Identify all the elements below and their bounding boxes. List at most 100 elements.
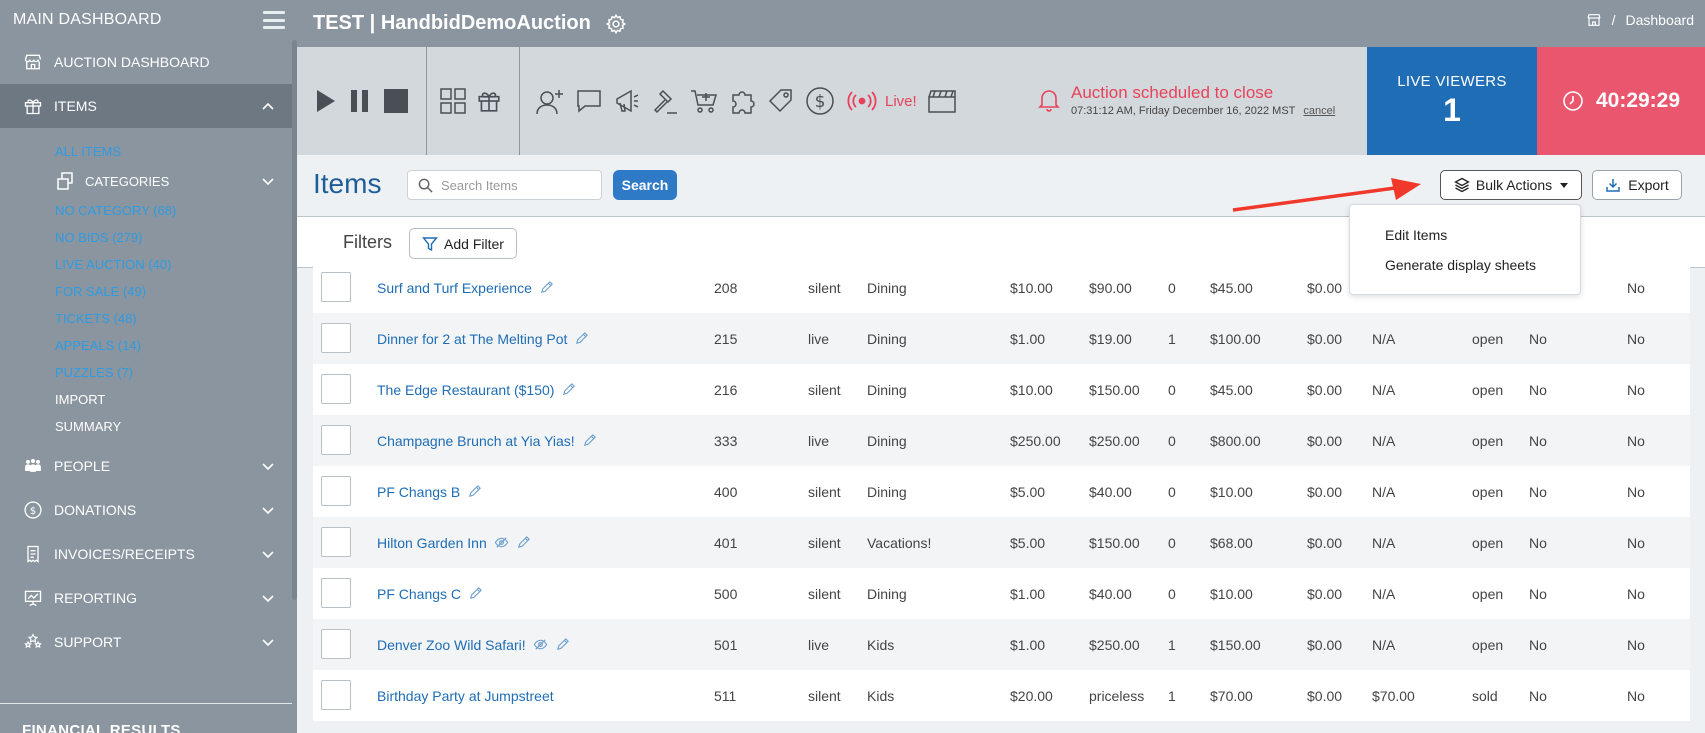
chevron-down-icon[interactable]	[261, 547, 275, 561]
bulk-actions-button[interactable]: Bulk Actions	[1440, 170, 1582, 200]
edit-pencil-icon[interactable]	[561, 382, 576, 397]
item-name-link[interactable]: Hilton Garden Inn	[377, 535, 487, 551]
gift-icon[interactable]	[476, 88, 502, 114]
play-icon[interactable]	[315, 88, 337, 114]
gavel-icon[interactable]	[651, 87, 679, 115]
search-input[interactable]	[441, 177, 591, 193]
sidebar-financial-results[interactable]: FINANCIAL RESULTS	[22, 722, 181, 733]
sidebar-subitem-no-bids[interactable]: NO BIDS (279)	[0, 224, 297, 251]
puzzle-icon[interactable]	[729, 87, 757, 115]
clapperboard-icon[interactable]	[927, 88, 957, 114]
chevron-down-icon[interactable]	[261, 174, 275, 188]
table-row[interactable]: PF Changs B 400 silent Dining $5.00 $40.00 0 $1…	[313, 466, 1690, 517]
table-row[interactable]: Hilton Garden Inn 401 silent Vacations! $5.0…	[313, 517, 1690, 568]
item-name-link[interactable]: Birthday Party at Jumpstreet	[377, 688, 554, 704]
edit-pencil-icon[interactable]	[582, 433, 597, 448]
edit-pencil-icon[interactable]	[468, 586, 483, 601]
live-broadcast-button[interactable]: Live!	[845, 89, 917, 113]
row-checkbox[interactable]	[321, 476, 351, 506]
edit-pencil-icon[interactable]	[555, 637, 570, 652]
sidebar-subitem-tickets[interactable]: TICKETS (48)	[0, 305, 297, 332]
item-name-link[interactable]: Surf and Turf Experience	[377, 280, 532, 296]
categories-label: CATEGORIES	[85, 173, 170, 189]
chevron-down-icon[interactable]	[261, 503, 275, 517]
cell-col2: $40.00	[1089, 585, 1132, 602]
sidebar-item-invoices[interactable]: INVOICES/RECEIPTS	[0, 532, 297, 576]
breadcrumb: / Dashboard	[1586, 12, 1694, 28]
sidebar-subitem-puzzles[interactable]: PUZZLES (7)	[0, 359, 297, 386]
pause-icon[interactable]	[349, 88, 371, 114]
item-name-link[interactable]: PF Changs B	[377, 484, 460, 500]
chat-icon[interactable]	[575, 87, 603, 115]
table-row[interactable]: Dinner for 2 at The Melting Pot 215 live Di…	[313, 313, 1690, 364]
cell-col3: $68.00	[1210, 534, 1253, 551]
item-name-link[interactable]: Dinner for 2 at The Melting Pot	[377, 331, 567, 347]
row-checkbox[interactable]	[321, 578, 351, 608]
add-filter-button[interactable]: Add Filter	[409, 228, 517, 259]
sidebar-item-auction-dashboard[interactable]: AUCTION DASHBOARD	[0, 40, 297, 84]
edit-pencil-icon[interactable]	[516, 535, 531, 550]
row-checkbox[interactable]	[321, 527, 351, 557]
chevron-down-icon[interactable]	[261, 591, 275, 605]
sidebar-item-people[interactable]: PEOPLE	[0, 444, 297, 488]
cell-flag2: No	[1627, 585, 1645, 602]
item-name-cell: Champagne Brunch at Yia Yias!	[377, 415, 597, 466]
dollar-circle-icon[interactable]: $	[805, 86, 835, 116]
row-checkbox[interactable]	[321, 374, 351, 404]
table-row[interactable]: Denver Zoo Wild Safari! 501 live Kids $1.00 $…	[313, 619, 1690, 670]
search-button[interactable]: Search	[613, 170, 677, 200]
edit-pencil-icon[interactable]	[574, 331, 589, 346]
breadcrumb-dashboard[interactable]: Dashboard	[1626, 12, 1695, 28]
hamburger-menu-icon[interactable]	[263, 11, 285, 29]
filters-label: Filters	[343, 232, 392, 252]
cell-col5: N/A	[1372, 585, 1396, 602]
row-checkbox[interactable]	[321, 629, 351, 659]
add-user-icon[interactable]	[535, 86, 565, 116]
eye-slash-icon[interactable]	[533, 637, 548, 652]
stars-icon	[22, 631, 44, 653]
edit-pencil-icon[interactable]	[467, 484, 482, 499]
sidebar-subitem-no-category[interactable]: NO CATEGORY (68)	[0, 197, 297, 224]
table-row[interactable]: PF Changs C 500 silent Dining $1.00 $40.00 0 $1…	[313, 568, 1690, 619]
item-name-link[interactable]: The Edge Restaurant ($150)	[377, 382, 554, 398]
item-name-link[interactable]: Champagne Brunch at Yia Yias!	[377, 433, 575, 449]
cancel-link[interactable]: cancel	[1303, 105, 1335, 117]
table-row[interactable]: Champagne Brunch at Yia Yias! 333 live Dini…	[313, 415, 1690, 466]
grid-icon[interactable]	[440, 88, 466, 114]
sidebar-subitem-for-sale[interactable]: FOR SALE (49)	[0, 278, 297, 305]
gear-icon[interactable]	[605, 13, 627, 35]
item-name-link[interactable]: Denver Zoo Wild Safari!	[377, 637, 526, 653]
row-checkbox[interactable]	[321, 680, 351, 710]
edit-pencil-icon[interactable]	[539, 280, 554, 295]
table-row[interactable]: Birthday Party at Jumpstreet 511 silent Kid…	[313, 670, 1690, 721]
sidebar-subitem-categories[interactable]: CATEGORIES	[0, 165, 297, 197]
sidebar-item-items[interactable]: ITEMS	[0, 84, 297, 128]
items-table: Surf and Turf Experience 208 silent Dining $…	[313, 262, 1690, 721]
item-name-link[interactable]: PF Changs C	[377, 586, 461, 602]
timer-value: 40:29:29	[1595, 89, 1681, 112]
eye-slash-icon[interactable]	[494, 535, 509, 550]
stop-icon[interactable]	[383, 88, 409, 114]
menu-item-edit-items[interactable]: Edit Items	[1385, 227, 1447, 243]
menu-item-generate-display-sheets[interactable]: Generate display sheets	[1385, 257, 1536, 273]
cart-icon[interactable]	[689, 87, 719, 115]
chevron-up-icon[interactable]	[261, 99, 275, 113]
sidebar-subitem-appeals[interactable]: APPEALS (14)	[0, 332, 297, 359]
tag-icon[interactable]	[767, 87, 795, 115]
table-row[interactable]: The Edge Restaurant ($150) 216 silent Dinin…	[313, 364, 1690, 415]
sidebar-subitem-live-auction[interactable]: LIVE AUCTION (40)	[0, 251, 297, 278]
store-icon[interactable]	[1586, 12, 1602, 28]
sidebar-item-support[interactable]: SUPPORT	[0, 620, 297, 664]
sidebar-subitem-import[interactable]: IMPORT	[0, 386, 297, 413]
sidebar-subitem-all-items[interactable]: ALL ITEMS	[0, 138, 297, 165]
export-button[interactable]: Export	[1592, 170, 1682, 200]
sidebar-item-reporting[interactable]: REPORTING	[0, 576, 297, 620]
sidebar-subitem-summary[interactable]: SUMMARY	[0, 413, 297, 440]
chevron-down-icon[interactable]	[261, 635, 275, 649]
megaphone-icon[interactable]	[613, 87, 641, 115]
chevron-down-icon[interactable]	[261, 459, 275, 473]
row-checkbox[interactable]	[321, 323, 351, 353]
row-checkbox[interactable]	[321, 425, 351, 455]
sidebar-item-donations[interactable]: $ DONATIONS	[0, 488, 297, 532]
row-checkbox[interactable]	[321, 272, 351, 302]
